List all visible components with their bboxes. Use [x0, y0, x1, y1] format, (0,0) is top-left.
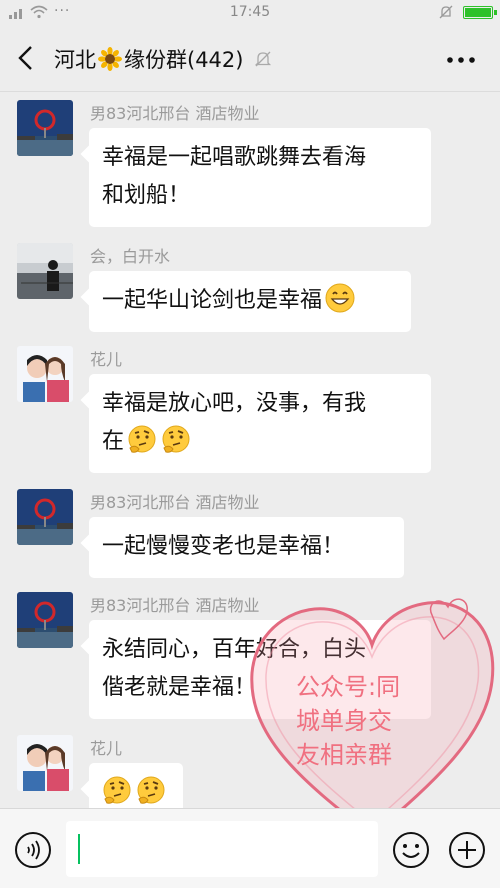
- message-line: 偕老就是幸福！: [102, 675, 257, 700]
- chat-title: 河北 缘份群(442): [54, 44, 273, 74]
- message-line: 永结同心，百年好合，白头: [102, 637, 367, 662]
- status-time: 17:45: [229, 4, 271, 20]
- message-bubble[interactable]: 幸福是放心吧，没事，有我 在: [89, 374, 431, 473]
- couple-avatar[interactable]: [17, 735, 73, 791]
- battery-icon: [463, 6, 497, 19]
- notification-muted-icon: [439, 5, 453, 19]
- message-input[interactable]: [66, 821, 378, 877]
- message-line: 一起慢慢变老也是幸福！: [102, 534, 345, 559]
- thinking-emoji-icon: [137, 776, 165, 804]
- chat-title-suffix: 缘份群(442): [124, 48, 244, 72]
- message-bubble[interactable]: 一起华山论剑也是幸福: [89, 271, 411, 332]
- grinning-emoji-icon: [325, 283, 355, 313]
- couple-avatar[interactable]: [17, 346, 73, 402]
- sender-name: 男83河北邢台 酒店物业: [90, 104, 260, 123]
- more-functions-icon[interactable]: [448, 831, 486, 869]
- landscape-avatar[interactable]: [17, 592, 73, 648]
- message-bubble[interactable]: [89, 763, 183, 808]
- message-line: 和划船！: [102, 183, 191, 208]
- more-options-icon[interactable]: [446, 56, 476, 64]
- message-bubble[interactable]: 永结同心，百年好合，白头 偕老就是幸福！: [89, 620, 431, 719]
- input-bar: [0, 808, 500, 888]
- emoji-picker-icon[interactable]: [392, 831, 430, 869]
- message-line: 一起华山论剑也是幸福: [102, 288, 323, 313]
- status-bar: ··· 17:45: [0, 0, 500, 26]
- text-caret: [78, 834, 80, 864]
- message-line: 在: [102, 429, 125, 454]
- landscape-avatar[interactable]: [17, 489, 73, 545]
- back-arrow-icon[interactable]: [14, 44, 38, 72]
- thinking-emoji-icon: [128, 425, 156, 453]
- thinking-emoji-icon: [162, 425, 190, 453]
- message-line: 幸福是放心吧，没事，有我: [102, 391, 367, 416]
- landscape-avatar[interactable]: [17, 100, 73, 156]
- sender-name: 花儿: [90, 739, 123, 758]
- sender-name: 花儿: [90, 350, 123, 369]
- muted-bell-icon: [255, 51, 272, 67]
- thinking-emoji-icon: [103, 776, 131, 804]
- chat-title-prefix: 河北: [54, 48, 96, 72]
- silhouette-avatar[interactable]: [17, 243, 73, 299]
- voice-input-icon[interactable]: [14, 831, 52, 869]
- sunflower-emoji-icon: [98, 47, 122, 71]
- message-line: 幸福是一起唱歌跳舞去看海: [102, 145, 367, 170]
- chat-header: 河北 缘份群(442): [0, 26, 500, 92]
- sender-name: 男83河北邢台 酒店物业: [90, 596, 260, 615]
- message-bubble[interactable]: 幸福是一起唱歌跳舞去看海 和划船！: [89, 128, 431, 227]
- message-list[interactable]: 男83河北邢台 酒店物业 幸福是一起唱歌跳舞去看海 和划船！ 会，白开水 一起华…: [0, 92, 500, 808]
- message-bubble[interactable]: 一起慢慢变老也是幸福！: [89, 517, 404, 578]
- sender-name: 男83河北邢台 酒店物业: [90, 493, 260, 512]
- sender-name: 会，白开水: [90, 247, 171, 266]
